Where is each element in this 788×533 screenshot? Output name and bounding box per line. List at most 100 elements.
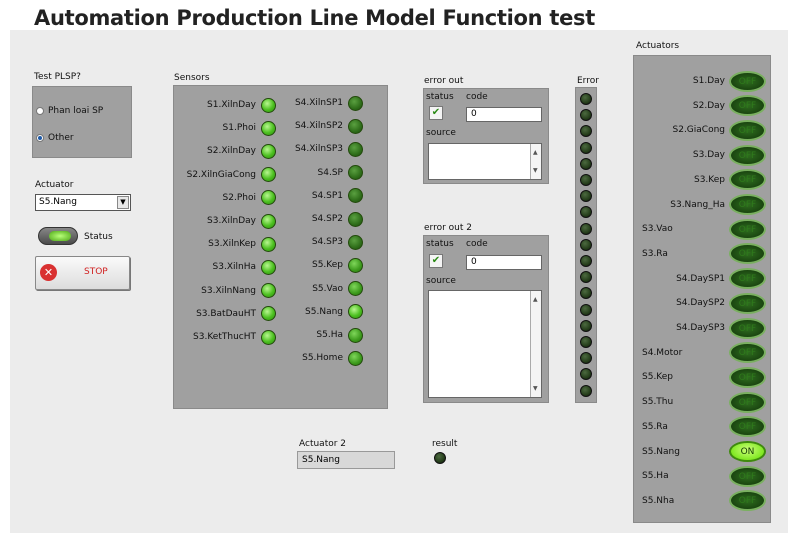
actuator-toggle-button[interactable]: OFF	[729, 465, 766, 487]
chevron-down-icon[interactable]: ▼	[117, 196, 129, 209]
actuator-row: S2.GiaCong OFF	[642, 119, 766, 141]
actuator-toggle-button[interactable]: OFF	[729, 317, 766, 339]
sensor-label: S3.BatDauHT	[196, 308, 256, 319]
error-led	[580, 352, 592, 365]
error-out-source-label: source	[426, 128, 456, 138]
actuator-row: S3.Nang_Ha OFF	[642, 194, 766, 216]
actuator-item-label: S2.GiaCong	[672, 125, 726, 136]
actuator-select-value: S5.Nang	[39, 197, 77, 207]
sensor-row: S1.Phoi	[180, 118, 276, 138]
error-led	[580, 238, 592, 251]
error-led	[580, 303, 592, 316]
sensor-row: S5.Kep	[280, 255, 363, 275]
error-led	[580, 368, 592, 381]
actuator-toggle-button[interactable]: OFF	[729, 169, 766, 191]
sensor-label: S4.SP	[317, 167, 343, 178]
error-out-status-check-icon[interactable]: ✔	[429, 106, 443, 120]
actuator-toggle-button[interactable]: OFF	[729, 243, 766, 265]
toggle-knob	[49, 231, 71, 241]
scroll-down-icon[interactable]: ▼	[533, 164, 538, 177]
actuator-toggle-button[interactable]: OFF	[729, 416, 766, 438]
error-out-label: error out	[424, 76, 464, 86]
scrollbar[interactable]: ▲ ▼	[530, 144, 541, 179]
actuator-toggle-button[interactable]: OFF	[729, 70, 766, 92]
sensor-led	[261, 143, 276, 159]
actuator-row: S5.Ha OFF	[642, 465, 766, 487]
sensor-led	[348, 118, 363, 134]
scroll-down-icon[interactable]: ▼	[533, 382, 538, 395]
actuator-row: S5.Ra OFF	[642, 416, 766, 438]
error-out-2-status-check-icon[interactable]: ✔	[429, 254, 443, 268]
radio-other[interactable]: Other	[36, 133, 74, 143]
sensor-row: S4.XilnSP3	[280, 139, 363, 159]
scroll-up-icon[interactable]: ▲	[533, 293, 538, 306]
sensor-led	[348, 257, 363, 273]
sensor-label: S2.Phoi	[222, 192, 256, 203]
actuator-item-label: S4.DaySP3	[676, 323, 725, 333]
scrollbar[interactable]: ▲ ▼	[530, 291, 541, 397]
error-out-2-code-field[interactable]: 0	[466, 255, 542, 270]
sensor-label: S2.XilnGiaCong	[186, 169, 256, 180]
sensor-led	[348, 165, 363, 181]
actuator-toggle-button[interactable]: OFF	[729, 391, 766, 413]
sensor-label: S4.XilnSP1	[294, 98, 343, 108]
actuator-item-label: S5.Thu	[642, 397, 674, 408]
actuator-item-label: S4.DaySP1	[676, 273, 725, 284]
sensor-label: S4.SP3	[311, 237, 343, 248]
error-out-code-label: code	[466, 92, 488, 102]
error-led	[580, 384, 592, 397]
radio-phan-loai-sp[interactable]: Phan loai SP	[36, 106, 103, 116]
sensor-label: S4.SP2	[311, 214, 343, 224]
sensor-label: S5.Home	[302, 353, 343, 364]
sensor-led	[261, 259, 276, 275]
actuator-item-label: S3.Kep	[693, 174, 725, 185]
sensor-led	[261, 120, 276, 136]
page-title: Automation Production Line Model Functio…	[34, 6, 595, 30]
stop-button-label: STOP	[84, 267, 108, 277]
actuator-toggle-button[interactable]: OFF	[729, 218, 766, 240]
error-out-2-source-field[interactable]: ▲ ▼	[428, 290, 542, 398]
sensor-label: S3.XilnHa	[212, 262, 256, 273]
sensor-label: S4.XilnSP3	[294, 144, 343, 155]
actuator-item-label: S3.Nang_Ha	[670, 199, 725, 210]
actuator-toggle-button[interactable]: OFF	[729, 268, 766, 290]
radio-circle[interactable]	[36, 107, 44, 115]
stop-button[interactable]: ✕ STOP	[35, 256, 130, 290]
actuator-toggle-button[interactable]: ON	[729, 441, 766, 462]
actuator-row: S5.Nha OFF	[642, 490, 766, 512]
sensor-label: S1.XilnDay	[207, 100, 256, 110]
actuator-row: S5.Kep OFF	[642, 366, 766, 388]
actuator-toggle-button[interactable]: OFF	[729, 490, 766, 512]
scroll-up-icon[interactable]: ▲	[533, 146, 538, 159]
actuator-toggle-button[interactable]: OFF	[729, 119, 766, 141]
actuator-toggle-button[interactable]: OFF	[729, 194, 766, 215]
actuator-item-label: S5.Kep	[642, 372, 674, 383]
sensor-row: S2.XilnDay	[180, 141, 276, 161]
error-out-source-field[interactable]: ▲ ▼	[428, 143, 542, 180]
actuator-toggle-button[interactable]: OFF	[729, 95, 766, 117]
error-led	[580, 125, 592, 138]
actuator-row: S3.Day OFF	[642, 144, 766, 166]
actuator-toggle-button[interactable]: OFF	[729, 292, 766, 314]
error-led	[580, 271, 592, 284]
actuators-cluster: S1.Day OFF S2.Day OFF S2.GiaCong OFF S3.Day OFF…	[633, 55, 771, 523]
error-out-code-field[interactable]: 0	[466, 107, 542, 122]
error-out-2-code-label: code	[466, 239, 488, 249]
actuator-row: S4.Motor OFF	[642, 342, 766, 364]
status-toggle[interactable]	[38, 227, 78, 245]
actuator-row: S2.Day OFF	[642, 95, 766, 117]
actuator-row: S1.Day OFF	[642, 70, 766, 92]
sensor-led	[348, 234, 363, 250]
radio-label: Phan loai SP	[48, 106, 104, 116]
sensor-label: S5.Ha	[316, 330, 343, 340]
error-led	[580, 206, 592, 219]
radio-circle-selected[interactable]	[36, 134, 44, 142]
actuator-item-label: S1.Day	[692, 76, 725, 86]
actuator-toggle-button[interactable]: OFF	[729, 342, 766, 364]
result-led	[434, 452, 446, 464]
actuator-toggle-button[interactable]: OFF	[729, 144, 766, 166]
sensor-led	[348, 304, 363, 320]
sensor-row: S5.Nang	[280, 302, 363, 322]
actuator-toggle-button[interactable]: OFF	[729, 366, 766, 388]
actuator-select[interactable]: S5.Nang ▼	[35, 194, 131, 211]
